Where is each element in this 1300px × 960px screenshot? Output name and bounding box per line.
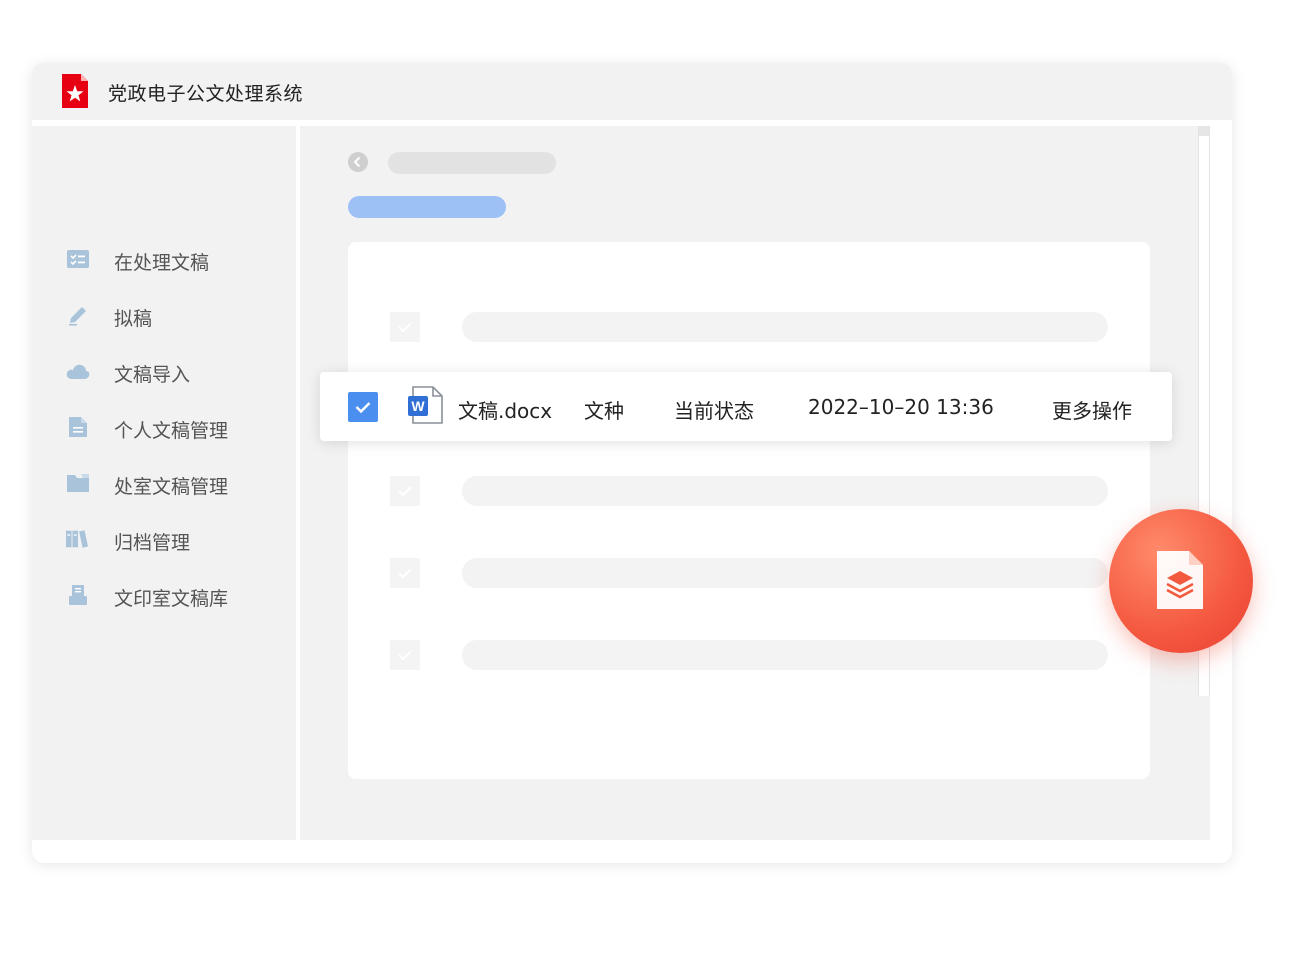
document-layers-icon <box>1157 551 1203 609</box>
row-more-actions[interactable]: 更多操作 <box>1052 395 1132 424</box>
sidebar-item-label: 文稿导入 <box>114 364 191 386</box>
sidebar-item-import[interactable]: 文稿导入 <box>32 351 296 391</box>
row-checkbox-placeholder[interactable] <box>390 640 420 670</box>
check-icon <box>398 486 412 497</box>
row-datetime: 2022–10–20 13:36 <box>808 395 994 419</box>
check-icon <box>355 402 371 414</box>
title-bar: 党政电子公文处理系统 <box>32 63 1232 120</box>
word-file-icon: W <box>408 386 443 424</box>
chevron-left-icon <box>353 156 361 168</box>
party-logo-icon <box>62 74 88 108</box>
sidebar: 在处理文稿 拟稿 文稿导入 个人文稿管理 处室文稿管理 归档管理 文印室文稿库 <box>32 126 296 840</box>
sidebar-item-personal-docs[interactable]: 个人文稿管理 <box>32 407 296 447</box>
document-icon <box>66 416 90 438</box>
row-placeholder <box>462 558 1108 588</box>
sidebar-item-label: 处室文稿管理 <box>114 476 229 498</box>
folder-icon <box>66 472 90 494</box>
cloud-icon <box>66 360 90 382</box>
checklist-icon <box>66 248 90 270</box>
printer-icon <box>66 584 90 606</box>
row-doc-type: 文种 <box>584 399 624 423</box>
document-row-selected[interactable]: W 文稿.docx 文种 当前状态 2022–10–20 13:36 更多操作 <box>320 372 1172 441</box>
pencil-icon <box>66 304 90 326</box>
sidebar-item-label: 文印室文稿库 <box>114 588 229 610</box>
row-placeholder <box>462 640 1108 670</box>
app-title: 党政电子公文处理系统 <box>108 83 304 105</box>
row-placeholder <box>462 312 1108 342</box>
sidebar-item-archive[interactable]: 归档管理 <box>32 519 296 559</box>
row-checkbox-placeholder[interactable] <box>390 476 420 506</box>
floating-action-button[interactable] <box>1109 509 1253 653</box>
row-checkbox-placeholder[interactable] <box>390 312 420 342</box>
row-placeholder <box>462 476 1108 506</box>
sidebar-item-draft[interactable]: 拟稿 <box>32 295 296 335</box>
row-filename[interactable]: 文稿.docx <box>458 395 552 424</box>
svg-text:W: W <box>411 398 425 414</box>
archive-books-icon <box>66 528 90 550</box>
document-list-card <box>348 242 1150 779</box>
bottom-bar <box>32 840 1232 863</box>
app-window: 党政电子公文处理系统 在处理文稿 拟稿 文稿导入 个人文稿管理 处室文稿管理 归… <box>32 63 1232 863</box>
sidebar-item-in-progress[interactable]: 在处理文稿 <box>32 239 296 279</box>
action-tab-placeholder[interactable] <box>348 196 506 218</box>
check-icon <box>398 322 412 333</box>
right-gutter <box>1210 126 1232 840</box>
row-checkbox[interactable] <box>348 392 378 422</box>
breadcrumb-placeholder <box>388 152 556 174</box>
check-icon <box>398 568 412 579</box>
sidebar-item-label: 归档管理 <box>114 532 191 554</box>
sidebar-item-label: 在处理文稿 <box>114 252 210 274</box>
sidebar-item-print-room[interactable]: 文印室文稿库 <box>32 575 296 615</box>
sidebar-item-office-docs[interactable]: 处室文稿管理 <box>32 463 296 503</box>
check-icon <box>398 650 412 661</box>
row-status: 当前状态 <box>674 399 754 423</box>
back-button[interactable] <box>348 152 368 172</box>
row-checkbox-placeholder[interactable] <box>390 558 420 588</box>
scrollbar-arrow[interactable] <box>1199 126 1209 136</box>
sidebar-item-label: 个人文稿管理 <box>114 420 229 442</box>
sidebar-item-label: 拟稿 <box>114 308 153 330</box>
